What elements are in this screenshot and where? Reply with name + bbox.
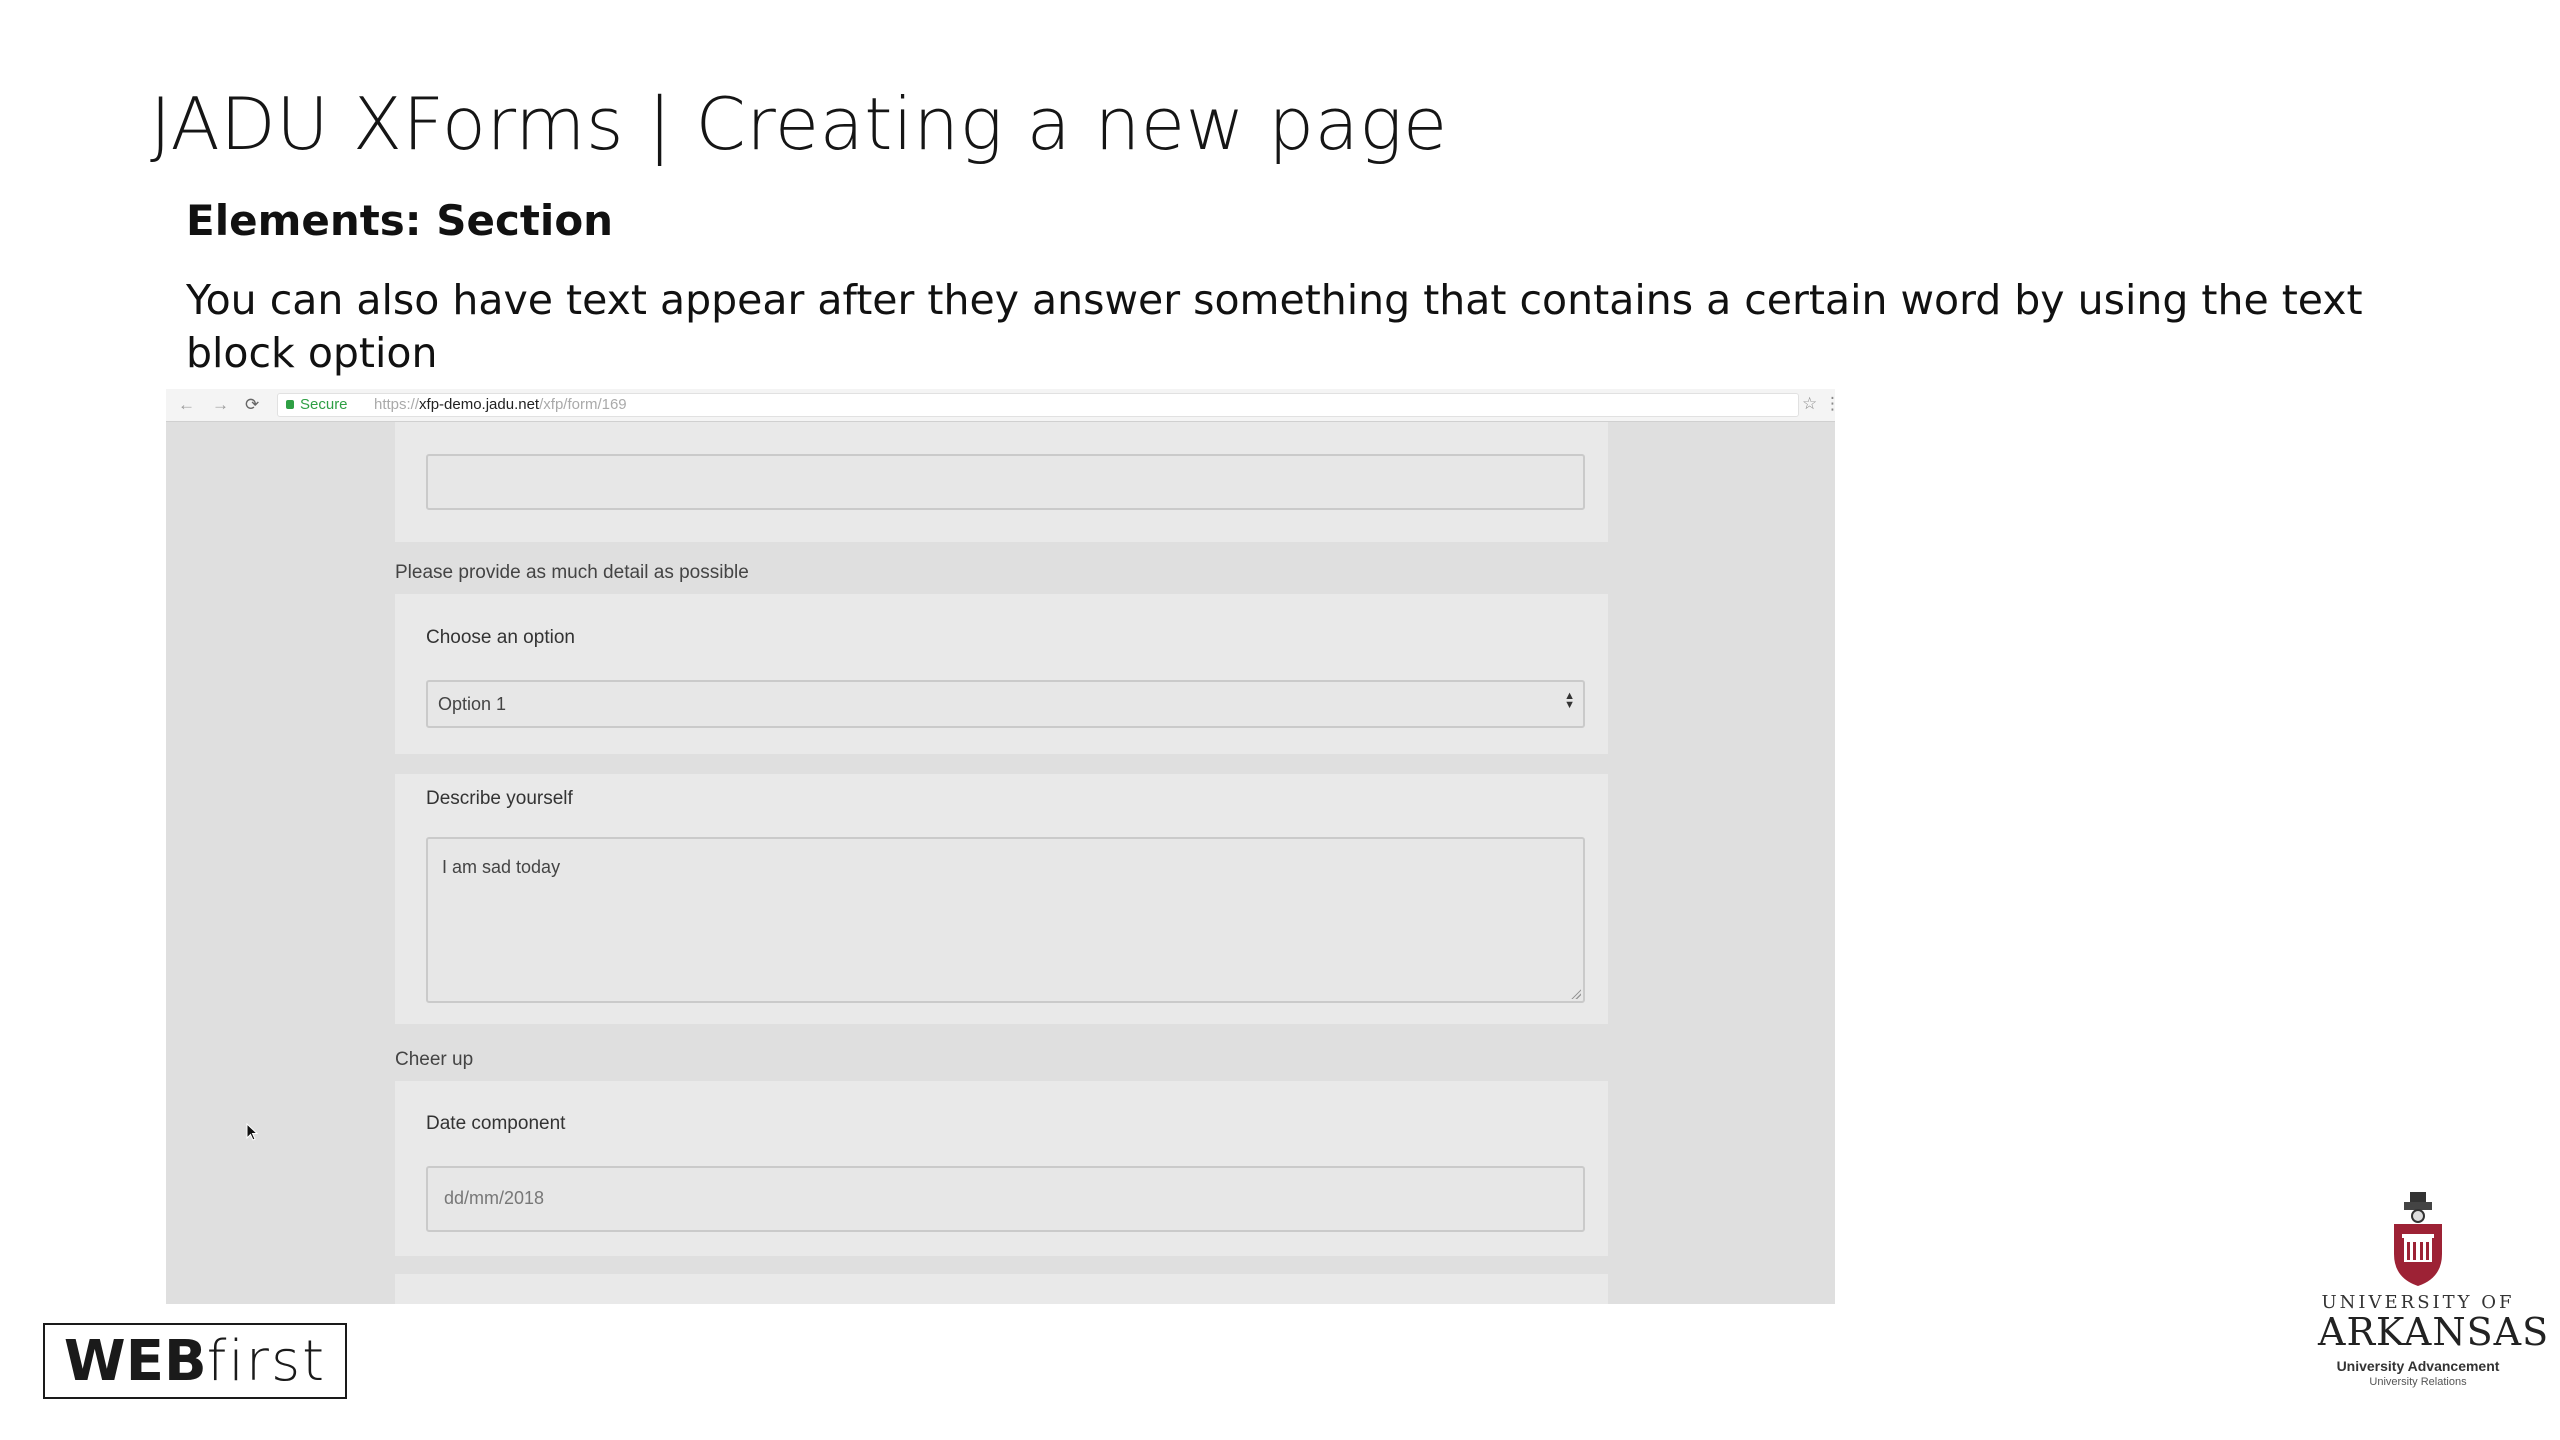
url-scheme: https:// [374, 396, 420, 413]
describe-textarea[interactable]: I am sad today [426, 837, 1585, 1003]
reload-icon[interactable]: ⟳ [245, 395, 259, 415]
address-bar[interactable]: Secure https://xfp-demo.jadu.net/xfp/for… [277, 393, 1799, 417]
ua-arkansas-text: ARKANSAS [2318, 1310, 2550, 1354]
forward-arrow-icon[interactable]: → [212, 395, 229, 415]
webfirst-logo: WEB first [43, 1323, 347, 1399]
helper-text: Please provide as much detail as possibl… [395, 562, 749, 583]
choose-option-label: Choose an option [426, 627, 575, 648]
resize-grip-icon[interactable] [1571, 989, 1581, 999]
option-select[interactable]: Option 1 ▲ ▼ [426, 680, 1585, 728]
date-input[interactable]: dd/mm/2018 [426, 1166, 1585, 1232]
ua-advancement-text: University Advancement [2336, 1358, 2500, 1374]
lock-icon [286, 400, 294, 409]
section-heading: Elements: Section [186, 196, 614, 245]
text-input[interactable] [426, 454, 1585, 510]
university-of-arkansas-logo: UNIVERSITY OF ARKANSAS University Advanc… [2318, 1192, 2550, 1392]
form-card-select: Choose an option Option 1 ▲ ▼ [395, 594, 1608, 754]
option-select-value: Option 1 [438, 694, 507, 714]
slide-title: JADU XForms | Creating a new page [150, 82, 1448, 166]
form-card-next [395, 1274, 1608, 1304]
embedded-screenshot: ← → ⟳ Secure https://xfp-demo.jadu.net/x… [166, 389, 1835, 1304]
url-text: https://xfp-demo.jadu.net/xfp/form/169 [374, 396, 627, 413]
form-card-textarea: Describe yourself I am sad today [395, 774, 1608, 1024]
old-main-crest-icon [2394, 1192, 2442, 1286]
date-label: Date component [426, 1113, 566, 1134]
secure-label: Secure [300, 396, 348, 413]
back-arrow-icon[interactable]: ← [178, 395, 195, 415]
describe-value: I am sad today [442, 857, 561, 877]
ua-relations-text: University Relations [2369, 1376, 2467, 1388]
mouse-cursor-icon [246, 1123, 259, 1141]
bookmark-star-icon[interactable]: ☆ [1802, 394, 1817, 414]
slide-body-text: You can also have text appear after they… [186, 276, 2363, 377]
form-card-date: Date component dd/mm/2018 [395, 1081, 1608, 1256]
text-block: Cheer up [395, 1049, 474, 1070]
webfirst-logo-web: WEB [63, 1328, 207, 1394]
kebab-menu-icon[interactable]: ⋮ [1824, 394, 1835, 414]
describe-label: Describe yourself [426, 788, 573, 809]
select-arrows-icon: ▲ ▼ [1564, 690, 1575, 711]
form-card-top [395, 422, 1608, 542]
webfirst-logo-first: first [206, 1328, 327, 1394]
url-host: xfp-demo.jadu.net [419, 396, 540, 413]
browser-toolbar: ← → ⟳ Secure https://xfp-demo.jadu.net/x… [166, 389, 1835, 422]
date-value: dd/mm/2018 [444, 1188, 545, 1208]
url-path: /xfp/form/169 [539, 396, 627, 413]
